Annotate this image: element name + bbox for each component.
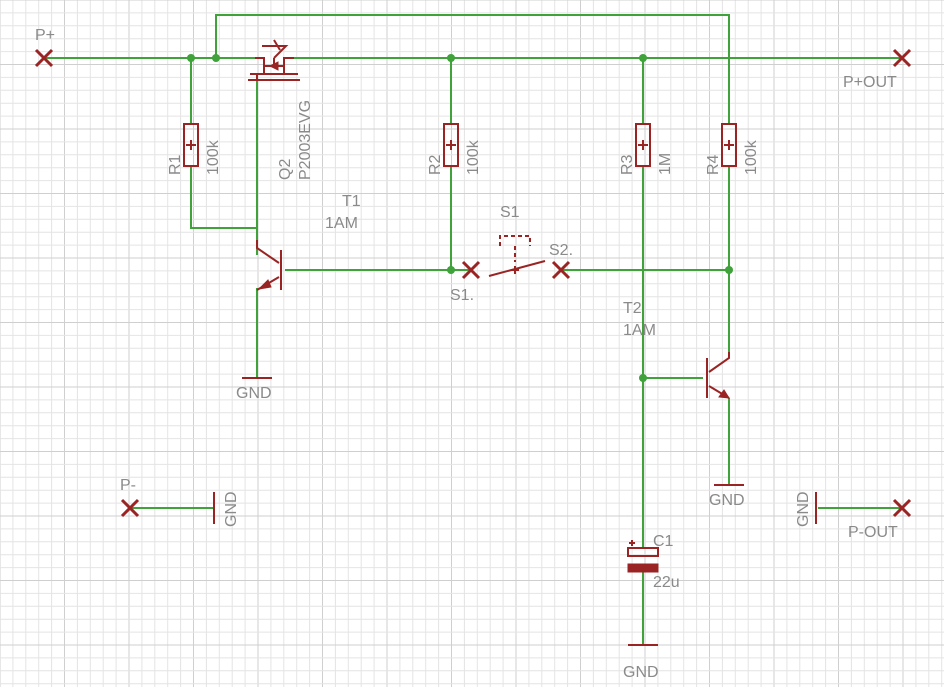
ground-c1[interactable]: GND: [623, 644, 659, 681]
resistor-r1-name: R1: [167, 154, 184, 175]
transistor-t1[interactable]: T1 1AM: [256, 193, 361, 291]
junction-dot: [187, 54, 195, 62]
connector-p-plus-out[interactable]: P+OUT: [843, 48, 912, 91]
resistor-r3-value: 1M: [657, 153, 674, 175]
resistor-r2-name: R2: [427, 154, 444, 175]
connector-p-minus-out-label: P-OUT: [848, 524, 898, 541]
transistor-t2-value: 1AM: [623, 322, 656, 339]
connector-p-plus-out-label: P+OUT: [843, 74, 897, 91]
transistor-t2-name: T2: [623, 300, 642, 317]
resistor-r4-name: R4: [705, 154, 722, 175]
ground-t1[interactable]: GND: [236, 377, 272, 402]
switch-lever: [488, 260, 546, 277]
junction-dot: [725, 266, 733, 274]
mosfet-q2-name: Q2: [277, 159, 294, 180]
junction-dot: [447, 54, 455, 62]
schematic-canvas: P+ P+OUT P- P-OUT R1 100k R2 100k R3 1M …: [0, 0, 944, 687]
transistor-arrow-icon: [257, 279, 272, 290]
ground-label: GND: [223, 491, 240, 527]
capacitor-plus-icon: [629, 540, 635, 546]
switch-s1-pin2: S2.: [549, 242, 573, 259]
ground-label: GND: [623, 664, 659, 681]
ground-label: GND: [709, 492, 745, 509]
ground-label: GND: [795, 491, 812, 527]
resistor-r2-value: 100k: [465, 139, 482, 175]
wires: [44, 14, 902, 645]
connector-p-plus-label: P+: [35, 27, 55, 44]
switch-plus-icon: [511, 266, 519, 274]
switch-s1-name: S1: [500, 204, 520, 221]
capacitor-c1-value: 22u: [653, 574, 680, 591]
junction-dot: [639, 374, 647, 382]
junction-dot: [212, 54, 220, 62]
mosfet-diode-icon: [262, 39, 289, 59]
resistor-r4-value: 100k: [743, 139, 760, 175]
junction-dot: [447, 266, 455, 274]
ground-t2[interactable]: GND: [709, 484, 745, 509]
wire-top-loop: [215, 14, 730, 124]
transistor-t1-name: T1: [342, 193, 361, 210]
schematic-grid: [0, 0, 944, 687]
ground-p-minus[interactable]: GND: [213, 491, 240, 527]
transistor-t1-value: 1AM: [325, 215, 358, 232]
mosfet-channel: [248, 57, 300, 81]
wire-r1-bottom: [190, 166, 257, 229]
transistor-collector: [708, 352, 730, 373]
capacitor-plate-negative: [627, 563, 659, 573]
switch-s1-pin1: S1.: [450, 287, 474, 304]
connector-p-minus-out[interactable]: P-OUT: [848, 498, 912, 541]
resistor-r3-name: R3: [619, 154, 636, 175]
capacitor-c1-name: C1: [653, 533, 674, 550]
ground-label: GND: [236, 385, 272, 402]
transistor-t2[interactable]: T2 1AM: [623, 300, 730, 399]
transistor-collector: [256, 240, 280, 264]
resistor-r1-value: 100k: [205, 139, 222, 175]
connector-p-minus-label: P-: [120, 477, 136, 494]
junction-dot: [639, 54, 647, 62]
mosfet-q2-value: P2003EVG: [297, 100, 314, 180]
